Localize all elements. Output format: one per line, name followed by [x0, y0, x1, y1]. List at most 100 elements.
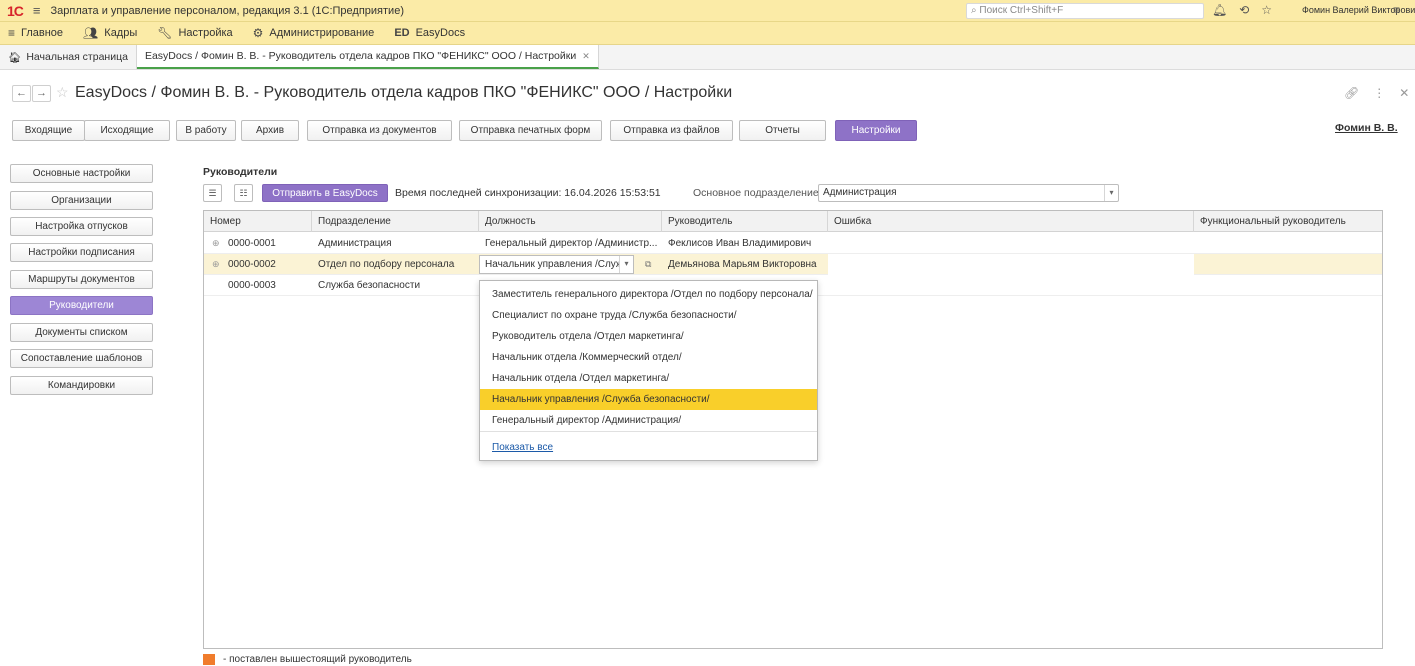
nav-documents-list[interactable]: Документы списком: [10, 323, 153, 342]
table-row[interactable]: ⊕ 0000-0001 Администрация Генеральный ди…: [204, 233, 1382, 254]
main-menu-icon[interactable]: ≡: [33, 3, 41, 18]
show-all-link[interactable]: Показать все: [492, 442, 553, 453]
menu-item-staff[interactable]: 👥︎ Кадры: [83, 26, 137, 40]
collapse-all-icon[interactable]: ☷: [234, 184, 253, 202]
last-sync-text: Время последней синхронизации: 16.04.202…: [395, 187, 661, 199]
user-profile-link[interactable]: Фомин В. В.: [1335, 122, 1398, 134]
expand-row-icon[interactable]: ⊕: [212, 254, 220, 275]
nav-document-routes[interactable]: Маршруты документов: [10, 270, 153, 289]
position-edit-field[interactable]: Начальник управления /Служба ▾: [479, 255, 634, 274]
nav-vacation-settings[interactable]: Настройка отпусков: [10, 217, 153, 236]
col-error[interactable]: Ошибка: [828, 211, 1194, 232]
send-from-documents-button[interactable]: Отправка из документов: [307, 120, 452, 141]
outgoing-button[interactable]: Исходящие: [84, 120, 170, 141]
chevron-down-icon[interactable]: ▾: [1104, 185, 1118, 201]
in-work-button[interactable]: В работу: [176, 120, 236, 141]
incoming-button[interactable]: Входящие: [12, 120, 85, 141]
cell-department: Отдел по подбору персонала: [318, 259, 455, 270]
cell-department: Служба безопасности: [318, 280, 421, 291]
cell-error: [828, 275, 1194, 296]
tab-label: EasyDocs / Фомин В. В. - Руководитель от…: [144, 50, 577, 62]
menu-item-main[interactable]: ≡ Главное: [8, 26, 63, 40]
section-menu: ≡ Главное 👥︎ Кадры 🔧︎ Настройка ⚙ Админи…: [0, 22, 1415, 45]
people-icon: 👥︎: [83, 26, 99, 40]
menu-item-settings[interactable]: 🔧︎ Настройка: [157, 26, 232, 40]
cell-error: [828, 233, 1194, 254]
col-position[interactable]: Должность: [479, 211, 662, 232]
cell-manager: Феклисов Иван Владимирович: [668, 238, 812, 249]
send-from-files-button[interactable]: Отправка из файлов: [610, 120, 733, 141]
tab-home[interactable]: 🏠︎ Начальная страница: [0, 45, 137, 69]
chevron-down-icon[interactable]: ▾: [619, 256, 633, 273]
app-title: Зарплата и управление персоналом, редакц…: [50, 4, 404, 17]
search-icon: ⌕: [971, 5, 977, 16]
main-department-select[interactable]: Администрация ▾: [818, 184, 1119, 202]
wrench-icon: 🔧︎: [157, 26, 173, 40]
settings-button[interactable]: Настройки: [835, 120, 917, 141]
favorite-star-icon[interactable]: ☆: [56, 84, 69, 101]
tab-label: Начальная страница: [26, 51, 128, 63]
home-icon: 🏠︎: [8, 51, 22, 64]
menu-item-easydocs[interactable]: ED EasyDocs: [394, 27, 465, 39]
forward-button[interactable]: →: [32, 85, 51, 102]
menu-item-label: Кадры: [104, 27, 138, 39]
dropdown-option[interactable]: Начальник отдела /Коммерческий отдел/: [480, 347, 817, 368]
nav-template-mapping[interactable]: Сопоставление шаблонов: [10, 349, 153, 368]
cell-number: 0000-0002: [228, 259, 276, 270]
settings-menu-icon[interactable]: ≡: [1393, 3, 1400, 17]
expand-row-icon[interactable]: ⊕: [212, 233, 220, 254]
nav-signing-settings[interactable]: Настройки подписания: [10, 243, 153, 262]
dropdown-option[interactable]: Заместитель генерального директора /Отде…: [480, 284, 817, 305]
menu-item-admin[interactable]: ⚙ Администрирование: [253, 26, 375, 40]
nav-managers[interactable]: Руководители: [10, 296, 153, 315]
global-search-input[interactable]: ⌕ Поиск Ctrl+Shift+F: [966, 3, 1204, 19]
dropdown-option[interactable]: Начальник отдела /Отдел маркетинга/: [480, 368, 817, 389]
close-tab-icon[interactable]: ✕: [582, 51, 590, 62]
menu-item-label: Настройка: [178, 27, 233, 39]
nav-organizations[interactable]: Организации: [10, 191, 153, 210]
expand-all-icon[interactable]: ☰: [203, 184, 222, 202]
archive-button[interactable]: Архив: [241, 120, 299, 141]
cell-functional-manager: [1194, 275, 1382, 296]
dropdown-option-highlighted[interactable]: Начальник управления /Служба безопасност…: [480, 389, 817, 410]
open-item-icon[interactable]: ⧉: [645, 254, 651, 275]
star-icon[interactable]: ☆: [1261, 3, 1272, 17]
send-to-easydocs-button[interactable]: Отправить в EasyDocs: [262, 184, 388, 202]
back-button[interactable]: ←: [12, 85, 31, 102]
more-icon[interactable]: ⋮: [1373, 86, 1385, 100]
open-tabs: 🏠︎ Начальная страница EasyDocs / Фомин В…: [0, 45, 1415, 70]
table-row-selected[interactable]: ⊕ 0000-0002 Отдел по подбору персонала Н…: [204, 254, 1382, 275]
legend-swatch: [203, 654, 215, 665]
history-icon[interactable]: ⟲: [1239, 3, 1249, 17]
cell-department: Администрация: [318, 238, 392, 249]
table-header: Номер Подразделение Должность Руководите…: [204, 211, 1382, 232]
page-title: EasyDocs / Фомин В. В. - Руководитель от…: [75, 84, 733, 101]
position-edit-value: Начальник управления /Служба: [485, 259, 634, 270]
bell-icon[interactable]: 🔔︎: [1212, 3, 1227, 17]
cell-functional-manager: [1194, 233, 1382, 254]
col-number[interactable]: Номер: [204, 211, 312, 232]
reports-button[interactable]: Отчеты: [739, 120, 826, 141]
search-placeholder: Поиск Ctrl+Shift+F: [979, 5, 1064, 16]
dropdown-option[interactable]: Генеральный директор /Администрация/: [480, 410, 817, 431]
legend-text: - поставлен вышестоящий руководитель: [223, 654, 412, 665]
menu-item-label: EasyDocs: [415, 27, 466, 39]
menu-item-label: Администрирование: [269, 27, 375, 39]
dropdown-option[interactable]: Руководитель отдела /Отдел маркетинга/: [480, 326, 817, 347]
col-functional-manager[interactable]: Функциональный руководитель: [1194, 211, 1382, 232]
col-manager[interactable]: Руководитель: [662, 211, 828, 232]
app-logo[interactable]: 1С: [7, 3, 24, 19]
link-icon[interactable]: 🔗︎: [1344, 86, 1359, 100]
cell-manager: Демьянова Марьям Викторовна: [668, 259, 817, 270]
position-dropdown-list: Заместитель генерального директора /Отде…: [479, 280, 818, 461]
menu-item-label: Главное: [21, 27, 64, 39]
col-department[interactable]: Подразделение: [312, 211, 479, 232]
close-icon[interactable]: ✕: [1399, 86, 1409, 100]
dropdown-option[interactable]: Специалист по охране труда /Служба безоп…: [480, 305, 817, 326]
hamburger-icon: ≡: [8, 26, 16, 40]
cell-position: Генеральный директор /Администр...: [485, 238, 658, 249]
send-print-forms-button[interactable]: Отправка печатных форм: [459, 120, 602, 141]
nav-basic-settings[interactable]: Основные настройки: [10, 164, 153, 183]
nav-business-trips[interactable]: Командировки: [10, 376, 153, 395]
tab-easydocs-settings[interactable]: EasyDocs / Фомин В. В. - Руководитель от…: [136, 45, 599, 69]
